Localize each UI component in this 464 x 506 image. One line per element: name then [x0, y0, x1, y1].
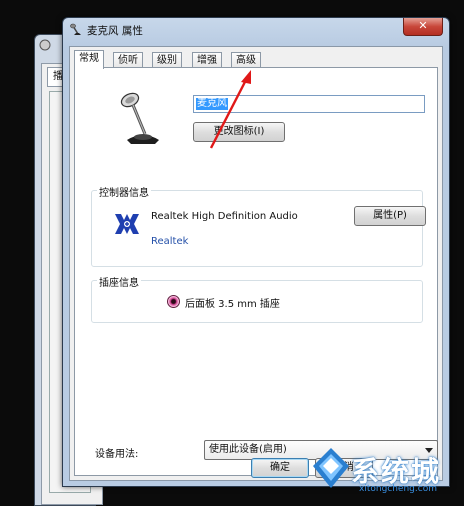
device-usage-label: 设备用法: — [95, 449, 139, 460]
microphone-properties-dialog: 麦克风 属性 ✕ 常规 侦听 级别 增强 高级 麦克风 更改图标(I) 控制器信… — [62, 17, 450, 487]
ok-button[interactable]: 确定 — [251, 458, 309, 478]
realtek-logo-icon — [115, 214, 139, 234]
device-usage-value: 使用此设备(启用) — [209, 444, 287, 455]
watermark: 系统城 xitongcheng.com — [311, 440, 461, 500]
jack-info-label: 插座信息 — [97, 274, 141, 289]
controller-info-label: 控制器信息 — [97, 184, 151, 199]
jack-info-group: 插座信息 后面板 3.5 mm 插座 — [91, 274, 423, 323]
jack-info-text: 后面板 3.5 mm 插座 — [185, 299, 280, 310]
jack-icon — [167, 295, 180, 308]
controller-name: Realtek High Definition Audio — [151, 211, 298, 222]
tab-listen[interactable]: 侦听 — [113, 52, 143, 68]
tab-enhancements[interactable]: 增强 — [192, 52, 222, 68]
annotation-arrow — [209, 70, 251, 149]
title-bar[interactable]: 麦克风 属性 ✕ — [63, 18, 449, 42]
controller-vendor: Realtek — [151, 236, 189, 247]
controller-info-group: 控制器信息 Realtek High Definition Audio Real… — [91, 184, 426, 267]
microphone-icon — [70, 23, 81, 35]
tab-levels[interactable]: 级别 — [152, 52, 182, 68]
tab-advanced[interactable]: 高级 — [231, 52, 261, 68]
watermark-logo-icon — [313, 448, 349, 488]
window-title: 麦克风 属性 — [87, 25, 143, 37]
close-button[interactable]: ✕ — [403, 18, 443, 36]
properties-button[interactable]: 属性(P) — [354, 206, 426, 226]
close-icon: ✕ — [418, 19, 428, 32]
watermark-url: xitongcheng.com — [359, 484, 437, 494]
window-icon — [39, 39, 51, 51]
microphone-icon — [120, 92, 159, 144]
tab-general[interactable]: 常规 — [74, 50, 104, 69]
